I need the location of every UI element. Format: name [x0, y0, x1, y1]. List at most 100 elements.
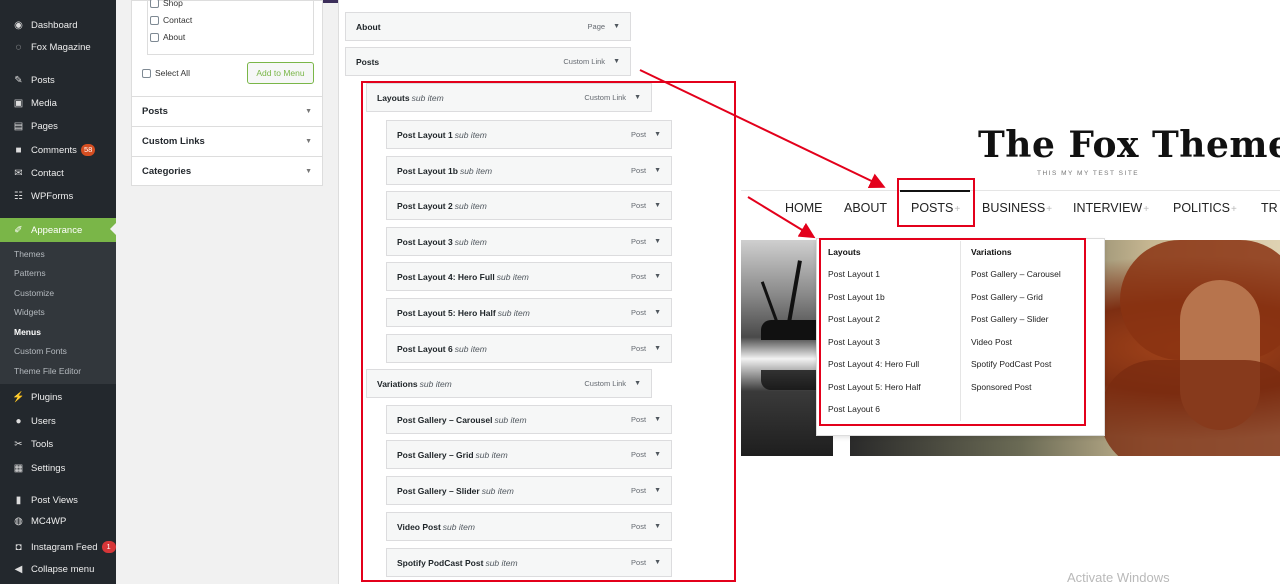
- submenu-custom-fonts[interactable]: Custom Fonts: [14, 346, 67, 356]
- menu-item-title-text: Posts: [356, 56, 380, 67]
- accordion-title: Posts: [142, 106, 168, 117]
- sidebar-item-wpforms[interactable]: ☷ WPForms: [0, 185, 116, 207]
- plug-icon: ⚡: [12, 391, 25, 403]
- accordion-categories[interactable]: Categories ▼: [132, 156, 322, 186]
- sidebar-item-posts[interactable]: ✎ Posts: [0, 69, 116, 91]
- sidebar-item-instagram-feed[interactable]: ◘ Instagram Feed 1: [0, 536, 116, 558]
- sidebar-item-mc4wp[interactable]: ◍ MC4WP: [0, 510, 116, 532]
- sidebar-item-label: Users: [31, 415, 56, 427]
- accordion-custom-links[interactable]: Custom Links ▼: [132, 126, 322, 156]
- submenu-widgets[interactable]: Widgets: [14, 307, 45, 317]
- nav-label: HOME: [785, 201, 823, 215]
- nav-home[interactable]: HOME: [785, 201, 823, 215]
- menu-item-title-text: About: [356, 21, 381, 32]
- accordion-title: Categories: [142, 166, 192, 177]
- menu-item-meta[interactable]: Page ▼: [588, 22, 620, 31]
- appearance-submenu: Themes Patterns Customize Widgets Menus …: [0, 242, 116, 384]
- select-all-checkbox[interactable]: [142, 68, 151, 78]
- sidebar-item-label: Settings: [31, 462, 66, 474]
- nav-label: TR: [1261, 201, 1278, 215]
- checkbox-label: About: [163, 32, 186, 42]
- checkbox-row-contact[interactable]: Contact: [150, 15, 192, 25]
- select-all-row[interactable]: Select All: [142, 68, 190, 78]
- annotation-box-dropdown: [819, 238, 1086, 426]
- sidebar-item-plugins[interactable]: ⚡ Plugins: [0, 386, 116, 408]
- submenu-themes[interactable]: Themes: [14, 249, 45, 259]
- chevron-down-icon[interactable]: ▼: [613, 23, 620, 30]
- submenu-theme-file-editor[interactable]: Theme File Editor: [14, 366, 81, 376]
- activate-windows-watermark: Activate Windows: [1067, 570, 1170, 584]
- checkbox-shop[interactable]: [150, 0, 159, 8]
- sidebar-item-label: Collapse menu: [31, 563, 95, 575]
- plus-icon: +: [1230, 204, 1237, 215]
- site-tagline: THIS MY MY TEST SITE: [1037, 170, 1140, 177]
- menu-item-row[interactable]: About Page ▼: [345, 12, 631, 41]
- submenu-patterns[interactable]: Patterns: [14, 268, 46, 278]
- chevron-down-icon: ▼: [305, 138, 312, 145]
- nav-politics[interactable]: POLITICS+: [1173, 201, 1237, 215]
- sidebar-item-appearance[interactable]: ✐ Appearance: [0, 218, 116, 242]
- nav-tr[interactable]: TR: [1261, 201, 1278, 215]
- sidebar-item-tools[interactable]: ✂ Tools: [0, 433, 116, 455]
- annotation-box-posts-nav: [897, 178, 975, 227]
- mail-icon: ✉: [14, 167, 23, 179]
- menu-item-type: Custom Link: [563, 57, 606, 66]
- sidebar-item-dashboard[interactable]: ◉ Dashboard: [0, 14, 116, 36]
- nav-label: BUSINESS: [982, 201, 1046, 215]
- sidebar-item-label: Fox Magazine: [31, 41, 91, 53]
- accordion-posts[interactable]: Posts ▼: [132, 96, 322, 126]
- plus-icon: +: [1046, 204, 1053, 215]
- checkbox-row-about[interactable]: About: [150, 32, 185, 42]
- sidebar-item-label: Appearance: [31, 224, 83, 236]
- sidebar-item-label: Plugins: [31, 391, 63, 403]
- select-all-label: Select All: [155, 68, 190, 78]
- nav-business[interactable]: BUSINESS+: [982, 201, 1052, 215]
- nav-interview[interactable]: INTERVIEW+: [1073, 201, 1149, 215]
- submenu-customize[interactable]: Customize: [14, 288, 54, 298]
- fox-icon: ◌: [15, 41, 22, 53]
- menu-item-row[interactable]: Posts Custom Link ▼: [345, 47, 631, 76]
- checkbox-label: Shop: [163, 0, 183, 8]
- sidebar-item-contact[interactable]: ✉ Contact: [0, 162, 116, 184]
- sidebar-item-settings[interactable]: ▦ Settings: [0, 457, 116, 479]
- site-title[interactable]: The Fox Theme: [978, 124, 1280, 166]
- media-icon: ▣: [13, 97, 24, 109]
- instagram-icon: ◘: [15, 541, 22, 553]
- nav-label: POLITICS: [1173, 201, 1230, 215]
- wp-admin-sidebar: ◉ Dashboard ◌ Fox Magazine ✎ Posts ▣ Med…: [0, 0, 116, 584]
- mc4wp-icon: ◍: [14, 515, 23, 527]
- menu-item-type: Page: [587, 22, 606, 31]
- plus-icon: +: [1143, 204, 1150, 215]
- user-icon: ●: [15, 415, 22, 427]
- sidebar-item-pages[interactable]: ▤ Pages: [0, 115, 116, 137]
- checkbox-contact[interactable]: [150, 15, 159, 25]
- checkbox-about[interactable]: [150, 32, 159, 42]
- submenu-menus[interactable]: Menus: [14, 327, 41, 337]
- sidebar-item-post-views[interactable]: ▮ Post Views: [0, 489, 116, 511]
- dashboard-icon: ◉: [14, 19, 23, 31]
- chevron-down-icon[interactable]: ▼: [613, 58, 620, 65]
- menu-item-title: About: [356, 22, 381, 32]
- nav-label: INTERVIEW: [1073, 201, 1143, 215]
- checkbox-row-shop[interactable]: Shop: [150, 0, 183, 8]
- brush-icon: ✐: [14, 224, 23, 236]
- accordion-title: Custom Links: [142, 136, 205, 147]
- forms-icon: ☷: [14, 190, 23, 202]
- sidebar-item-users[interactable]: ● Users: [0, 410, 116, 432]
- add-to-menu-button[interactable]: Add to Menu: [247, 62, 314, 84]
- sidebar-item-collapse-menu[interactable]: ◀ Collapse menu: [0, 558, 116, 580]
- sidebar-item-fox-magazine[interactable]: ◌ Fox Magazine: [0, 36, 116, 58]
- sidebar-item-media[interactable]: ▣ Media: [0, 92, 116, 114]
- sidebar-item-label: Contact: [31, 167, 64, 179]
- settings-icon: ▦: [13, 462, 24, 474]
- sidebar-item-comments[interactable]: ■ Comments 58: [0, 139, 116, 161]
- sidebar-item-label: Comments: [31, 144, 77, 156]
- pages-checklist: [147, 0, 314, 55]
- annotation-box-subitems: [361, 81, 736, 582]
- screenshot-root: ◉ Dashboard ◌ Fox Magazine ✎ Posts ▣ Med…: [0, 0, 1280, 584]
- nav-about[interactable]: ABOUT: [844, 201, 887, 215]
- checkbox-label: Contact: [163, 15, 193, 25]
- sidebar-item-label: Instagram Feed: [31, 541, 98, 553]
- menu-item-meta[interactable]: Custom Link ▼: [563, 57, 620, 66]
- sidebar-item-label: Pages: [31, 120, 58, 132]
